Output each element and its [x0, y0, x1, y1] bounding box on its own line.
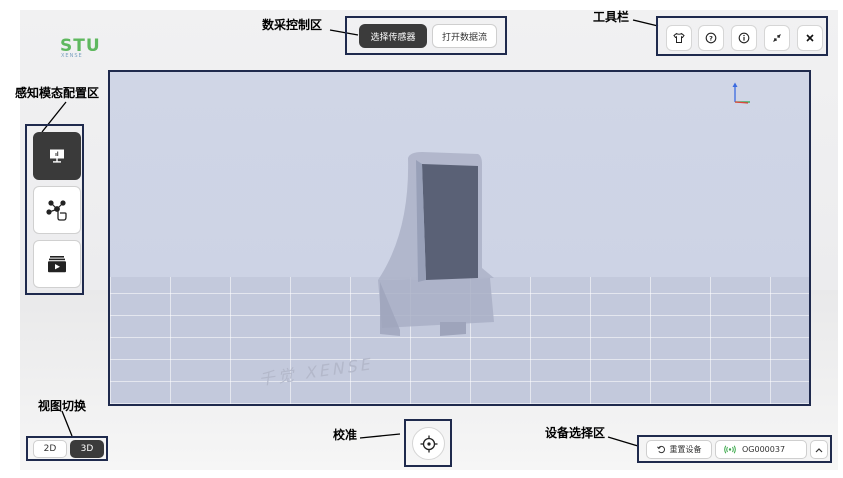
signal-icon [724, 445, 736, 454]
depth-map-icon [50, 149, 64, 163]
open-data-stream-button[interactable]: 打开数据流 [432, 24, 497, 48]
3d-viewport[interactable]: 千觉 XENSE [108, 70, 811, 406]
video-button[interactable] [33, 240, 81, 288]
collapse-button[interactable] [764, 25, 790, 51]
device-dropdown-button[interactable] [810, 440, 828, 459]
depth-map-button[interactable] [33, 132, 81, 180]
crosshair-icon [420, 435, 437, 452]
info-button[interactable] [731, 25, 757, 51]
close-icon [806, 34, 814, 42]
view-2d-toggle[interactable]: 2D [33, 440, 67, 458]
collapse-icon [773, 34, 781, 42]
svg-text:?: ? [709, 34, 713, 42]
sensor-model [378, 152, 494, 336]
help-icon: ? [705, 32, 717, 44]
network-touch-button[interactable] [33, 186, 81, 234]
shirt-icon [673, 32, 685, 43]
device-id: OG000037 [742, 445, 786, 454]
reset-device-label: 重置设备 [669, 445, 702, 454]
view-3d-toggle[interactable]: 3D [70, 440, 104, 458]
device-selector[interactable]: OG000037 [715, 440, 807, 459]
axis-gizmo [732, 82, 750, 104]
shirt-button[interactable] [666, 25, 692, 51]
reset-device-button[interactable]: 重置设备 [646, 440, 712, 459]
calibrate-button[interactable] [412, 427, 445, 460]
video-icon [48, 256, 66, 273]
help-button[interactable]: ? [698, 25, 724, 51]
close-button[interactable] [797, 25, 823, 51]
network-touch-icon [46, 200, 67, 221]
info-icon [738, 32, 750, 44]
reset-icon [656, 445, 665, 454]
chevron-up-icon [815, 447, 823, 452]
select-sensor-button[interactable]: 选择传感器 [359, 24, 427, 48]
